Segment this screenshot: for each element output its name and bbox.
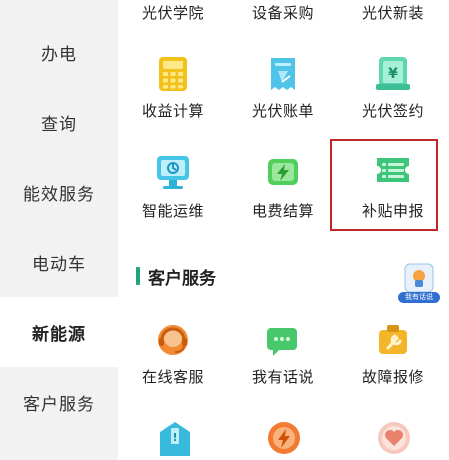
sidebar-item-customer-service[interactable]: 客户服务	[0, 367, 118, 437]
highlight-box	[330, 139, 438, 231]
section-header-customer-service: 客户服务	[136, 264, 216, 289]
grid-item-smart-maintenance[interactable]: 智能运维	[118, 148, 228, 258]
yen-contract-icon: ¥	[376, 57, 410, 90]
grid-item-label: 收益计算	[141, 102, 204, 120]
feedback-badge[interactable]: 我有话说	[396, 262, 442, 306]
receipt-icon	[271, 58, 295, 90]
monitor-icon	[157, 156, 189, 189]
grid-item-pv-bill[interactable]: 光伏账单	[228, 48, 338, 158]
chat-icon	[267, 328, 297, 356]
main-panel: 光伏学院 设备采购 光伏新装 收益计算 光伏账单 ¥ 光伏签约 智能运维 电费结…	[118, 0, 449, 460]
grid-item-label: 光伏签约	[361, 102, 424, 120]
section-title: 客户服务	[148, 268, 216, 289]
sidebar: 办电 查询 能效服务 电动车 新能源 客户服务	[0, 0, 118, 460]
grid-item-online-service[interactable]: 在线客服	[118, 316, 228, 426]
grid-item-label: 光伏新装	[361, 4, 424, 22]
sidebar-item-apply-power[interactable]: 办电	[0, 17, 118, 87]
grid-item-label: 在线客服	[141, 368, 204, 386]
section-accent-bar	[136, 267, 140, 285]
sidebar-item-new-energy[interactable]: 新能源	[0, 297, 118, 367]
feedback-badge-label: 我有话说	[405, 293, 433, 301]
sidebar-item-ev[interactable]: 电动车	[0, 227, 118, 297]
grid-item-revenue-calc[interactable]: 收益计算	[118, 48, 228, 158]
grid-item-pv-install[interactable]: 光伏新装	[338, 0, 448, 22]
grid-item-pv-academy[interactable]: 光伏学院	[118, 0, 228, 22]
grid-item-fault-repair[interactable]: 故障报修	[338, 316, 448, 426]
sidebar-item-energy-efficiency[interactable]: 能效服务	[0, 157, 118, 227]
heart-icon[interactable]	[375, 418, 413, 460]
grid-item-label: 设备采购	[251, 4, 314, 22]
grid-item-equipment-purchase[interactable]: 设备采购	[228, 0, 338, 22]
grid-item-feedback[interactable]: 我有话说	[228, 316, 338, 426]
svg-text:!: !	[172, 431, 177, 444]
lightning-icon[interactable]	[265, 418, 303, 460]
battery-icon	[268, 159, 298, 185]
grid-item-label: 智能运维	[141, 202, 204, 220]
repair-icon	[379, 325, 407, 354]
headset-icon	[158, 325, 188, 355]
grid-item-bill-settlement[interactable]: 电费结算	[228, 148, 338, 258]
mail-alert-icon[interactable]: !	[157, 418, 193, 460]
grid-item-label: 光伏账单	[251, 102, 314, 120]
calculator-icon	[159, 57, 187, 91]
grid-item-label: 故障报修	[361, 368, 424, 386]
grid-item-label: 我有话说	[251, 368, 314, 386]
grid-item-label: 电费结算	[251, 202, 314, 220]
sidebar-item-query[interactable]: 查询	[0, 87, 118, 157]
grid-item-label: 光伏学院	[141, 4, 204, 22]
svg-text:¥: ¥	[388, 66, 398, 82]
